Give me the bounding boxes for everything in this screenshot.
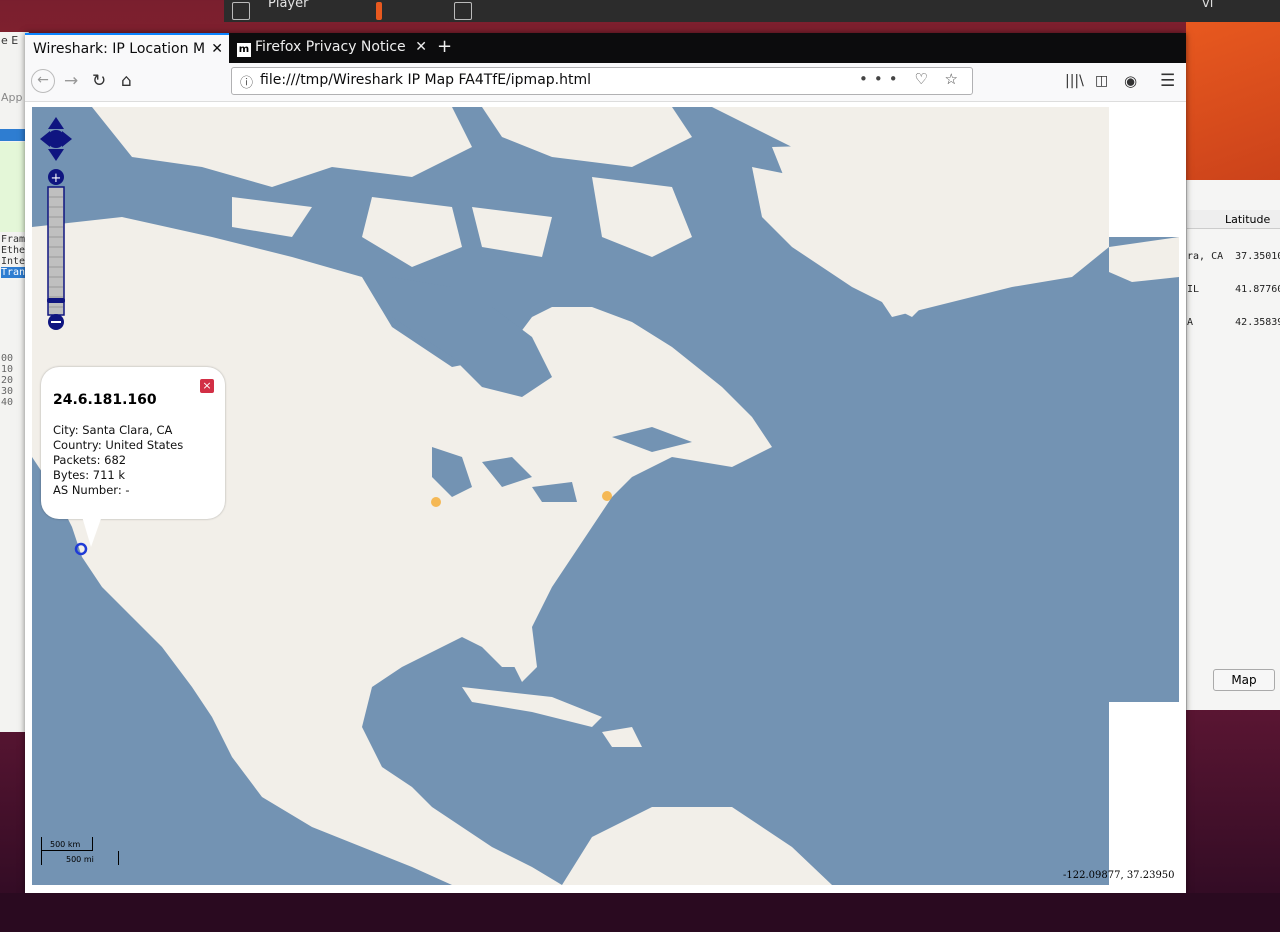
location-popup: × 24.6.181.160 City: Santa Clara, CA Cou… — [41, 367, 225, 547]
firefox-window: Wireshark: IP Location M ✕ m Firefox Priv… — [25, 33, 1186, 893]
tab-wireshark-map[interactable]: Wireshark: IP Location M ✕ — [25, 33, 229, 63]
scale-mi: 500 mi — [66, 855, 94, 864]
zoom-out-icon[interactable] — [48, 314, 64, 330]
popup-ip: 24.6.181.160 — [53, 392, 157, 408]
close-popup-icon[interactable]: × — [200, 379, 214, 393]
url-text[interactable]: file:///tmp/Wireshark IP Map FA4TfE/ipma… — [260, 72, 591, 88]
back-icon[interactable]: ← — [31, 69, 55, 93]
pan-zoom-control: + — [40, 115, 74, 339]
nav-bar: ← → ↻ ⌂ ⓘ file:///tmp/Wireshark IP Map F… — [25, 63, 1186, 102]
tree-item[interactable]: Fram — [1, 234, 25, 245]
fullscreen-icon[interactable] — [454, 2, 472, 20]
hex-offset: 30 — [1, 386, 14, 397]
new-tab-button[interactable]: + — [437, 33, 452, 61]
packet-list[interactable] — [0, 142, 28, 232]
hex-dump: 00 10 20 30 40 — [1, 353, 13, 408]
hex-offset: 00 — [1, 353, 14, 364]
popup-bytes: Bytes: 711 k — [53, 468, 126, 482]
scale-km: 500 km — [50, 840, 81, 849]
hex-offset: 10 — [1, 364, 14, 375]
zoom-in-icon[interactable]: + — [48, 169, 64, 186]
popup-country: Country: United States — [53, 438, 184, 452]
reload-icon[interactable]: ↻ — [92, 71, 106, 91]
popup-packets: Packets: 682 — [53, 453, 127, 467]
endpoint-rows[interactable]: ra, CA 37.35010 IL 41.87760 A 42.35839 — [1187, 229, 1280, 350]
location-marker[interactable] — [602, 491, 612, 501]
tab-bar: Wireshark: IP Location M ✕ m Firefox Priv… — [25, 33, 1186, 63]
top-panel: Player vi — [224, 0, 1280, 22]
mouse-position: -122.09877, 37.23950 — [1063, 870, 1175, 881]
tab-label: Wireshark: IP Location M — [33, 41, 206, 57]
endpoints-dialog: Latitude ra, CA 37.35010 IL 41.87760 A 4… — [1186, 180, 1280, 710]
url-bar[interactable]: ⓘ file:///tmp/Wireshark IP Map FA4TfE/ip… — [231, 67, 973, 95]
close-tab-icon[interactable]: ✕ — [411, 33, 427, 61]
app-fragment: App — [1, 91, 23, 104]
tree-item[interactable]: Inte — [1, 256, 25, 267]
user-initials[interactable]: vi — [1202, 0, 1213, 11]
map-button[interactable]: Map — [1213, 669, 1275, 691]
zoom-slider[interactable] — [47, 186, 65, 316]
packet-tree[interactable]: Fram Ethe Inte Tran — [1, 234, 26, 278]
sidebar-icon[interactable]: ◫ — [1095, 71, 1108, 91]
column-header[interactable]: Latitude — [1187, 210, 1280, 229]
scale-line: 500 km 500 mi — [40, 837, 120, 871]
mozilla-icon: m — [237, 43, 251, 57]
selected-packet-row[interactable] — [0, 129, 28, 141]
account-icon[interactable]: ◉ — [1124, 71, 1137, 91]
hex-offset: 40 — [1, 397, 14, 408]
latitude-header[interactable]: Latitude — [1225, 213, 1270, 226]
popup-as-number: AS Number: - — [53, 483, 130, 497]
tree-item[interactable]: Tran — [1, 267, 26, 278]
zoom-slider-handle[interactable] — [47, 298, 65, 303]
library-icon[interactable]: |||\ — [1065, 71, 1084, 91]
endpoint-row[interactable]: A 42.35839 — [1187, 317, 1280, 328]
pan-control[interactable] — [40, 117, 72, 161]
menu-fragment[interactable]: e E — [1, 34, 18, 47]
menu-icon[interactable]: ☰ — [1160, 71, 1175, 91]
tree-item[interactable]: Ethe — [1, 245, 25, 256]
endpoint-row[interactable]: IL 41.87760 — [1187, 284, 1280, 295]
info-icon[interactable]: ⓘ — [240, 72, 253, 91]
forward-icon[interactable]: → — [64, 71, 78, 91]
desktop-bottom — [0, 893, 1280, 932]
hex-offset: 20 — [1, 375, 14, 386]
player-label[interactable]: Player — [268, 0, 308, 11]
pause-icon[interactable] — [376, 2, 382, 20]
close-tab-icon[interactable]: ✕ — [207, 35, 223, 63]
svg-text:+: + — [51, 171, 62, 186]
popup-city: City: Santa Clara, CA — [53, 423, 173, 437]
map-viewport[interactable]: + × 24.6.181.160 City: Santa Clara, CA C… — [32, 107, 1179, 885]
endpoint-row[interactable]: ra, CA 37.35010 — [1187, 251, 1280, 262]
tab-privacy-notice[interactable]: m Firefox Privacy Notice ✕ — [231, 33, 433, 63]
location-marker[interactable] — [431, 497, 441, 507]
desktop-background — [1186, 20, 1280, 200]
pin-icon[interactable] — [232, 2, 250, 20]
home-icon[interactable]: ⌂ — [121, 71, 132, 91]
page-actions[interactable]: ••• ♡ ☆ — [859, 70, 964, 88]
tab-label: Firefox Privacy Notice — [255, 39, 406, 55]
